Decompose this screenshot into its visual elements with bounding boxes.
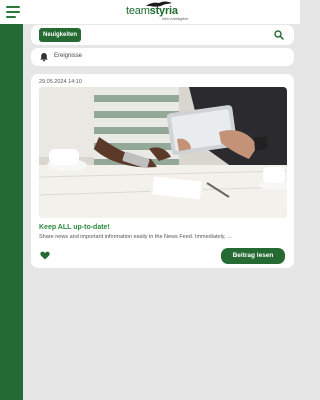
filter-bar: Neuigkeiten [31, 25, 294, 45]
hamburger-menu-icon[interactable] [6, 6, 20, 18]
team-styria-logo: teamstyria Mein Arbeitgeber [118, 1, 198, 23]
people-with-tablet-photo [39, 87, 287, 218]
events-label: Ereignisse [54, 53, 83, 59]
heart-icon[interactable] [40, 251, 50, 260]
top-bar: teamstyria Mein Arbeitgeber [0, 0, 300, 24]
filter-chip-neuigkeiten[interactable]: Neuigkeiten [39, 28, 81, 42]
bell-icon [40, 53, 48, 62]
post-date: 29.05.2024 14:10 [39, 79, 82, 85]
sidebar [0, 24, 23, 400]
read-post-button[interactable]: Beitrag lesen [221, 248, 285, 264]
post-image [39, 87, 287, 218]
search-icon[interactable] [274, 30, 284, 40]
events-bar[interactable]: Ereignisse [31, 48, 294, 66]
logo-wordmark: teamstyria [126, 5, 178, 17]
post-excerpt: Share news and important information eas… [39, 234, 232, 240]
post-title[interactable]: Keep ALL up-to-date! [39, 224, 110, 231]
news-post-card[interactable]: 29.05.2024 14:10 Keep ALL up-to-date! Sh… [31, 74, 294, 268]
logo-tagline: Mein Arbeitgeber [162, 17, 189, 21]
